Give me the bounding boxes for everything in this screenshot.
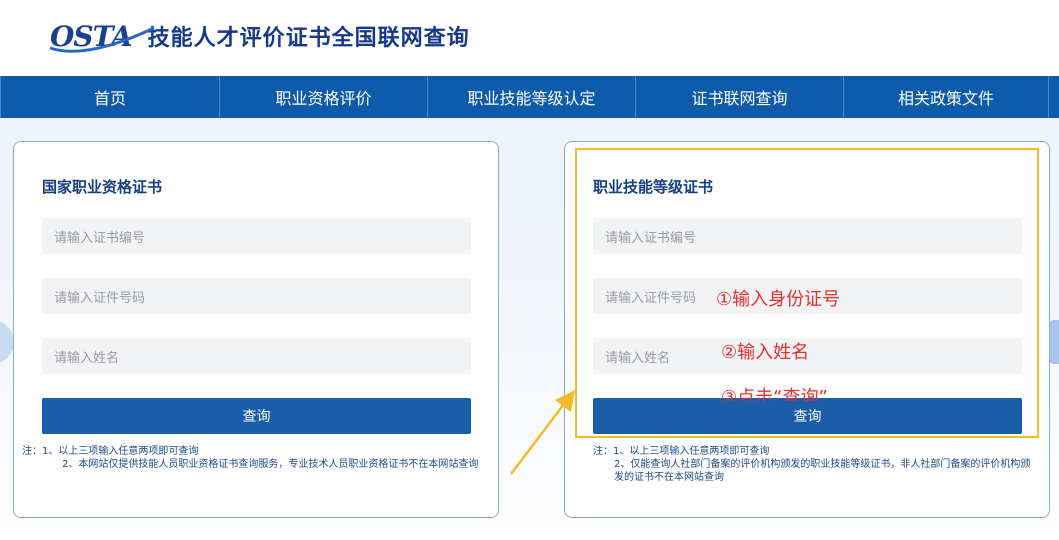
name-input[interactable]: 请输入姓名 xyxy=(42,338,471,374)
nav-item-qualification[interactable]: 职业资格评价 xyxy=(220,76,428,118)
placeholder-text: 请输入证件号码 xyxy=(54,289,146,305)
card-title: 国家职业资格证书 xyxy=(42,178,163,196)
nav-item-cert-query[interactable]: 证书联网查询 xyxy=(636,76,844,118)
nav-item-policy[interactable]: 相关政策文件 xyxy=(844,76,1049,118)
note-line: 2、本网站仅提供技能人员职业资格证书查询服务，专业技术人员职业资格证书不在本网站… xyxy=(62,459,479,470)
nav-label: 相关政策文件 xyxy=(897,89,994,108)
query-note: 注：1、以上三项输入任意两项即可查询 2、本网站仅提供技能人员职业资格证书查询服… xyxy=(22,445,482,471)
site-header: OSTA 技能人才评价证书全国联网查询 xyxy=(0,0,1059,76)
note-line: 注：1、以上三项输入任意两项即可查询 xyxy=(22,446,199,457)
nav-item-skill-level[interactable]: 职业技能等级认定 xyxy=(428,76,636,118)
nav-label: 证书联网查询 xyxy=(691,89,788,108)
nav-label: 职业技能等级认定 xyxy=(467,89,596,108)
qualification-cert-card: 国家职业资格证书 请输入证书编号 请输入证件号码 请输入姓名 查询 注：1、以上… xyxy=(13,141,499,518)
nav-label: 首页 xyxy=(93,89,126,108)
id-number-input[interactable]: 请输入证件号码 xyxy=(42,278,471,314)
main-nav: 首页 职业资格评价 职业技能等级认定 证书联网查询 相关政策文件 xyxy=(0,76,1059,118)
logo-swoosh-icon xyxy=(49,26,155,53)
placeholder-text: 请输入证书编号 xyxy=(54,229,146,245)
note-line: 2、仅能查询人社部门备案的评价机构颁发的职业技能等级证书，非人社部门备案的评价机… xyxy=(614,459,1031,483)
cert-number-input[interactable]: 请输入证书编号 xyxy=(42,218,471,254)
query-note: 注：1、以上三项输入任意两项即可查询 2、仅能查询人社部门备案的评价机构颁发的职… xyxy=(593,445,1033,484)
site-title: 技能人才评价证书全国联网查询 xyxy=(147,26,470,51)
placeholder-text: 请输入姓名 xyxy=(54,349,120,365)
pointer-arrow-icon xyxy=(510,390,575,475)
query-button[interactable]: 查询 xyxy=(42,398,471,434)
site-logo[interactable]: OSTA 技能人才评价证书全国联网查询 xyxy=(49,18,470,54)
nav-label: 职业资格评价 xyxy=(275,89,372,108)
note-line: 注：1、以上三项输入任意两项即可查询 xyxy=(593,446,770,457)
button-label: 查询 xyxy=(242,409,271,425)
annotation-step1: ①输入身份证号 xyxy=(716,289,841,310)
osta-logo: OSTA xyxy=(49,20,155,53)
nav-item-home[interactable]: 首页 xyxy=(0,76,220,118)
annotation-step2: ②输入姓名 xyxy=(721,342,810,363)
